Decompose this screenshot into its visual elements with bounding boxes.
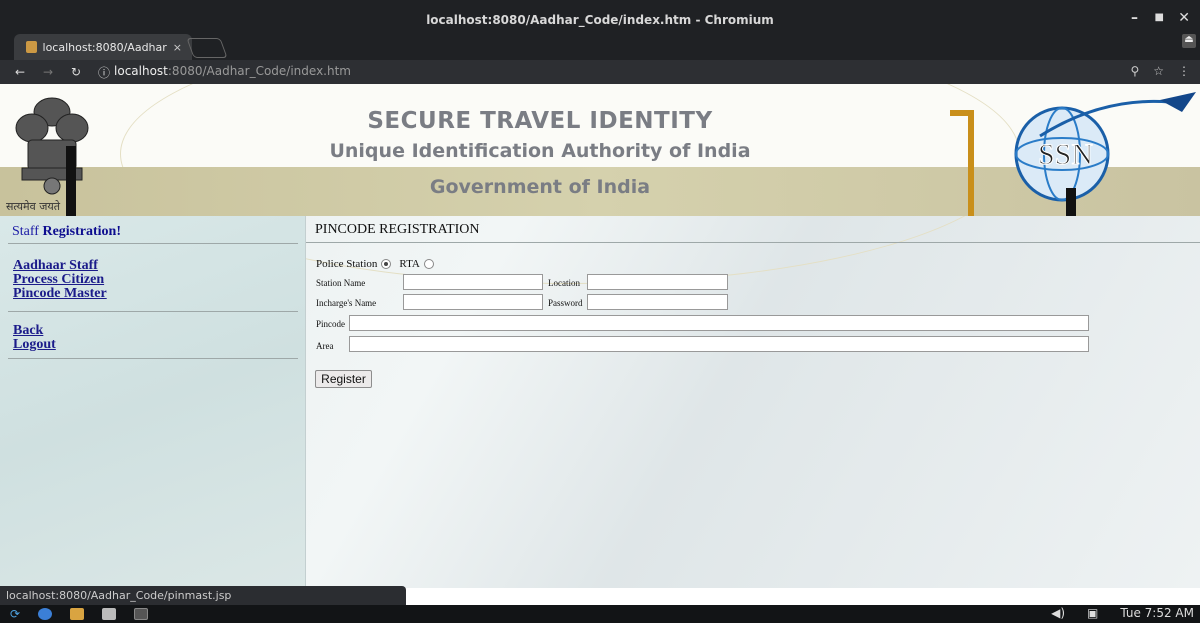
- close-icon[interactable]: ✕: [1178, 10, 1190, 26]
- divider: [8, 358, 298, 359]
- address-bar[interactable]: ⓘ localhost:8080/Aadhar_Code/index.htm: [98, 64, 351, 81]
- url-path: :8080/Aadhar_Code/index.htm: [167, 63, 351, 78]
- chromium-icon[interactable]: [38, 608, 53, 620]
- ssn-logo-icon: SSN: [1014, 92, 1196, 202]
- sidebar-title: Staff Registration!: [12, 224, 121, 240]
- incharge-name-label: Incharge's Name: [316, 298, 377, 308]
- extension-icon[interactable]: ⚲: [1130, 64, 1139, 78]
- browser-tab[interactable]: localhost:8080/Aadhar ×: [14, 34, 192, 60]
- favicon-icon: [26, 41, 37, 53]
- station-name-label: Station Name: [316, 278, 366, 288]
- banner-title: SECURE TRAVEL IDENTITY: [367, 108, 713, 134]
- sidebar: Staff Registration! Aadhaar Staff Proces…: [0, 216, 306, 588]
- sidebar-link-pincode-master[interactable]: Pincode Master: [13, 286, 107, 302]
- sidebar-link-logout[interactable]: Logout: [13, 337, 56, 353]
- os-taskbar: ⟳ ◀) ▣ Tue 7:52 AM: [0, 605, 1200, 623]
- sidebar-title-prefix: Staff: [12, 224, 43, 239]
- banner-subtitle: Unique Identification Authority of India: [329, 140, 751, 162]
- bookmark-star-icon[interactable]: ☆: [1153, 64, 1164, 78]
- new-tab-button[interactable]: [186, 38, 228, 58]
- header-banner: सत्यमेव जयते SECURE TRAVEL IDENTITY Uniq…: [0, 84, 1200, 284]
- status-url-bubble: localhost:8080/Aadhar_Code/pinmast.jsp: [0, 586, 406, 605]
- incharge-name-input[interactable]: [403, 294, 543, 310]
- pincode-label: Pincode: [316, 319, 345, 329]
- area-label: Area: [316, 341, 334, 351]
- area-input[interactable]: [349, 336, 1089, 352]
- radio-label-police-station: Police Station: [316, 258, 378, 270]
- profile-icon[interactable]: ⏏: [1182, 34, 1196, 48]
- divider: [8, 311, 298, 312]
- tab-close-icon[interactable]: ×: [173, 41, 182, 54]
- volume-icon[interactable]: ◀): [1051, 606, 1065, 620]
- password-input[interactable]: [587, 294, 728, 310]
- clock[interactable]: Tue 7:52 AM: [1120, 606, 1194, 620]
- web-page: सत्यमेव जयते SECURE TRAVEL IDENTITY Uniq…: [0, 84, 1200, 588]
- logo-text: SSN: [1038, 138, 1093, 171]
- terminal-icon[interactable]: [134, 608, 149, 620]
- sidebar-title-bold: Registration!: [42, 224, 122, 239]
- tab-label: localhost:8080/Aadhar: [42, 40, 167, 54]
- maximize-icon[interactable]: ■: [1155, 12, 1164, 23]
- station-name-input[interactable]: [403, 274, 543, 290]
- divider: [306, 242, 1200, 243]
- pincode-input[interactable]: [349, 315, 1089, 331]
- decor-bar: [1066, 188, 1076, 216]
- window-title: localhost:8080/Aadhar_Code/index.htm - C…: [426, 13, 774, 27]
- minimize-icon[interactable]: –: [1131, 10, 1138, 26]
- register-button[interactable]: Register: [315, 370, 372, 388]
- radio-label-rta: RTA: [399, 258, 420, 270]
- location-input[interactable]: [587, 274, 728, 290]
- password-label: Password: [548, 298, 583, 308]
- divider: [8, 243, 298, 244]
- page-title: PINCODE REGISTRATION: [315, 222, 480, 237]
- forward-arrow-icon[interactable]: →: [40, 65, 56, 79]
- decor-gold-bar: [950, 110, 974, 216]
- radio-police-station[interactable]: [381, 259, 392, 269]
- main-content: PINCODE REGISTRATION Police Station RTA …: [306, 216, 1200, 588]
- emblem-motto: सत्यमेव जयते: [6, 200, 61, 213]
- back-arrow-icon[interactable]: ←: [12, 65, 28, 79]
- files-icon[interactable]: [70, 608, 85, 620]
- location-label: Location: [548, 278, 580, 288]
- menu-icon[interactable]: ⋮: [1178, 64, 1190, 78]
- banner-government: Government of India: [429, 176, 651, 198]
- battery-icon[interactable]: ▣: [1087, 606, 1098, 620]
- station-type-radio-group: Police Station RTA: [316, 258, 438, 270]
- launcher-icon[interactable]: ⟳: [10, 607, 20, 621]
- browser-titlebar: localhost:8080/Aadhar_Code/index.htm - C…: [0, 0, 1200, 62]
- info-icon[interactable]: ⓘ: [98, 64, 110, 81]
- reload-icon[interactable]: ↻: [68, 65, 84, 79]
- url-host: localhost: [114, 63, 168, 78]
- text-editor-icon[interactable]: [102, 608, 117, 620]
- radio-rta[interactable]: [423, 259, 434, 269]
- browser-toolbar: ← → ↻ ⓘ localhost:8080/Aadhar_Code/index…: [0, 60, 1200, 84]
